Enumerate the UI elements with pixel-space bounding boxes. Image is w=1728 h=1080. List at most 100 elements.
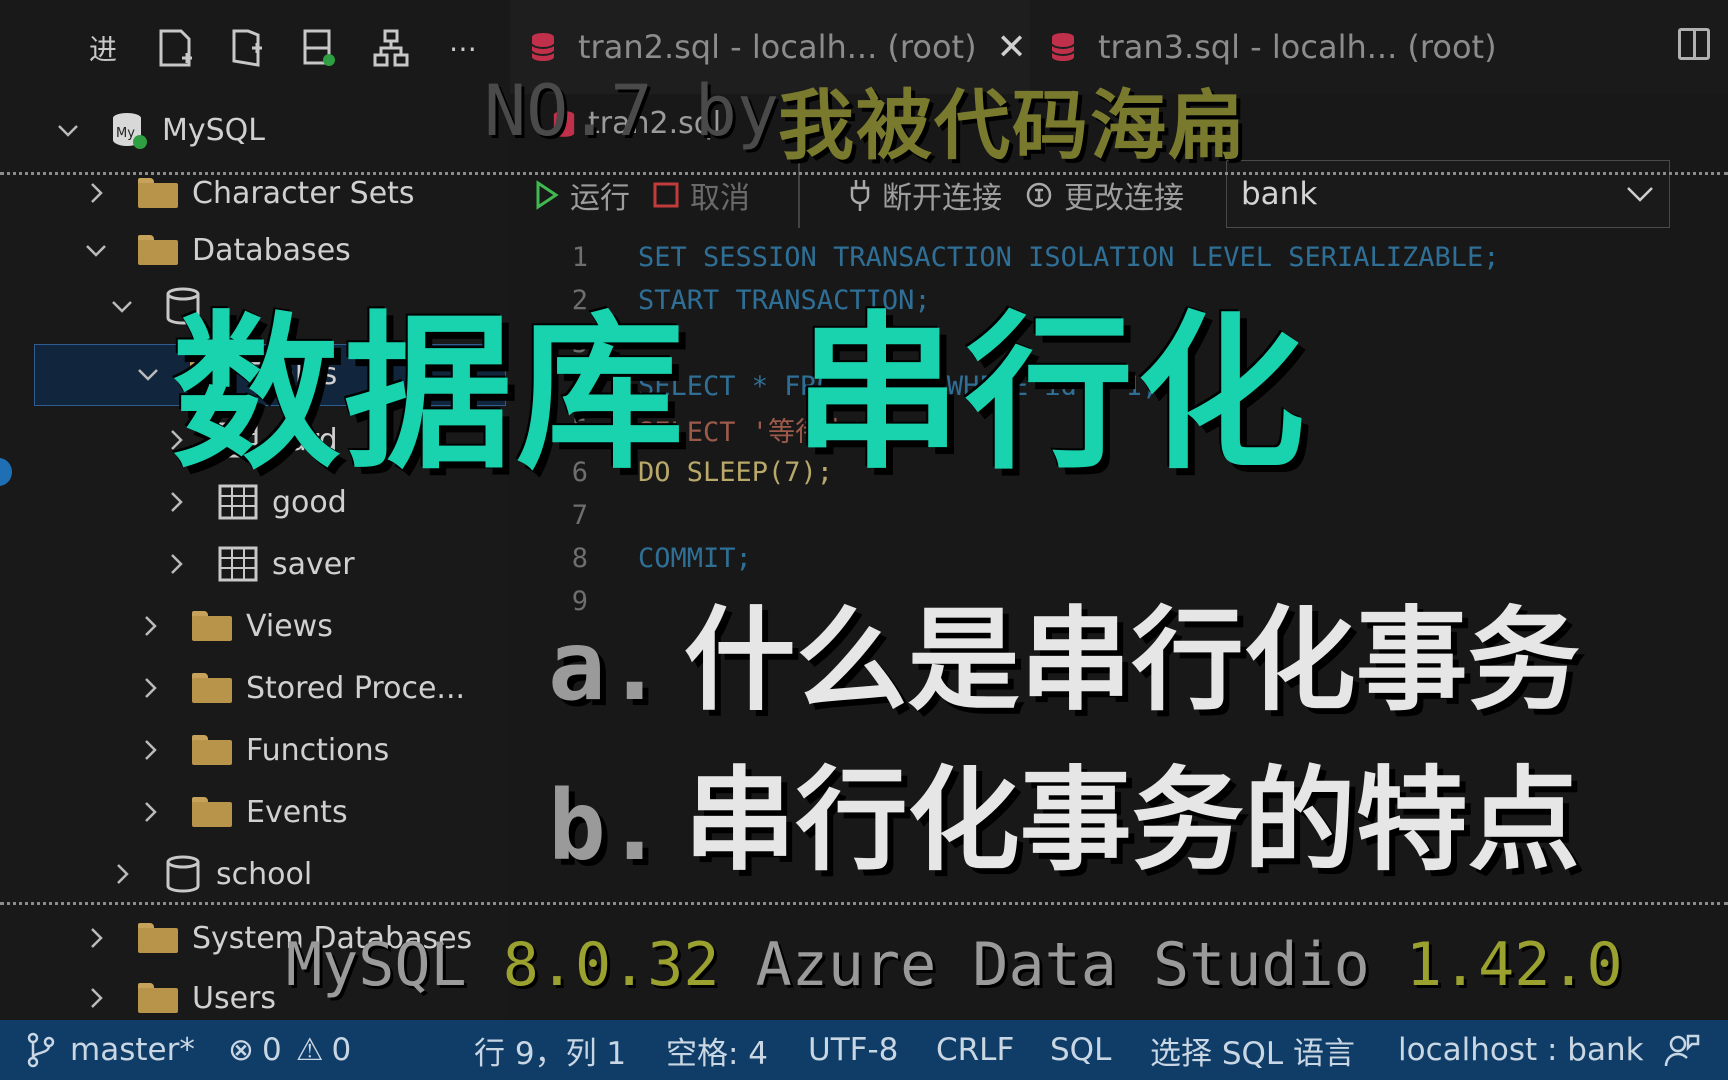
version-product: Azure Data Studio bbox=[755, 930, 1370, 1000]
change-connection-button[interactable]: 更改连接 bbox=[1024, 173, 1184, 217]
connection-status[interactable]: localhost : bank bbox=[1398, 1020, 1644, 1080]
chevron-right-icon[interactable] bbox=[84, 181, 108, 205]
chevron-down-icon[interactable] bbox=[136, 362, 160, 386]
outline-marker: a. bbox=[548, 610, 664, 722]
folder-icon bbox=[192, 611, 232, 641]
close-icon[interactable]: ✕ bbox=[997, 27, 1027, 68]
git-branch[interactable]: master* bbox=[26, 1020, 195, 1080]
outline-text: 串行化事务的特点 bbox=[683, 756, 1580, 886]
more-icon[interactable]: ⋯ bbox=[444, 28, 482, 68]
stop-icon bbox=[653, 182, 679, 208]
tree-item-events[interactable]: Events bbox=[138, 784, 348, 840]
outline-item-a: a. 什么是串行化事务 bbox=[548, 570, 1580, 732]
run-label: 运行 bbox=[570, 181, 630, 216]
git-branch-icon bbox=[27, 1032, 55, 1068]
sql-file-icon bbox=[531, 33, 555, 61]
encoding[interactable]: UTF-8 bbox=[808, 1020, 898, 1080]
tree-item-mysql[interactable]: My MySQL bbox=[56, 102, 265, 158]
scroll-indicator bbox=[0, 458, 12, 486]
folder-icon bbox=[192, 735, 232, 765]
tree-label: Users bbox=[192, 980, 277, 1016]
episode-label: NO.7 by bbox=[484, 70, 780, 152]
chevron-right-icon[interactable] bbox=[138, 800, 162, 824]
server-icon[interactable] bbox=[300, 28, 338, 68]
tree-label: Events bbox=[246, 794, 348, 830]
group-icon[interactable] bbox=[372, 28, 410, 68]
chevron-right-icon[interactable] bbox=[164, 552, 188, 576]
disconnect-label: 断开连接 bbox=[882, 181, 1002, 216]
tree-label: Stored Proce... bbox=[246, 670, 466, 706]
warning-icon: ⚠ bbox=[295, 1032, 324, 1068]
version-number: 8.0.32 bbox=[502, 930, 720, 1000]
line-ending[interactable]: CRLF bbox=[936, 1020, 1014, 1080]
chevron-down-icon bbox=[1627, 187, 1653, 202]
change-connection-label: 更改连接 bbox=[1064, 181, 1184, 216]
tree-label: MySQL bbox=[162, 112, 266, 148]
table-icon bbox=[218, 546, 258, 582]
sql-file-icon bbox=[1051, 33, 1075, 61]
author-label: 我被代码海扁 bbox=[778, 81, 1246, 170]
split-editor-icon[interactable] bbox=[1678, 28, 1710, 60]
new-notebook-icon[interactable] bbox=[228, 28, 266, 68]
error-count: 0 bbox=[261, 1032, 282, 1068]
connect-glyph: 进 bbox=[88, 33, 117, 66]
cancel-button[interactable]: 取消 bbox=[652, 173, 750, 217]
status-bar: master* ⊗ 0 ⚠ 0 行 9，列 1 空格: 4 UTF-8 CRLF… bbox=[0, 1020, 1728, 1080]
folder-icon bbox=[138, 923, 178, 953]
chevron-down-icon[interactable] bbox=[110, 294, 134, 318]
indentation[interactable]: 空格: 4 bbox=[666, 1020, 768, 1080]
tree-item-functions[interactable]: Functions bbox=[138, 722, 389, 778]
line-number: 7 bbox=[571, 500, 588, 531]
chevron-right-icon[interactable] bbox=[138, 676, 162, 700]
chevron-right-icon[interactable] bbox=[138, 614, 162, 638]
outline-item-b: b. 串行化事务的特点 bbox=[548, 730, 1580, 892]
tree-label: Views bbox=[246, 608, 333, 644]
video-title: 数据库 串行化 bbox=[172, 296, 1310, 492]
chevron-right-icon[interactable] bbox=[84, 986, 108, 1010]
database-icon bbox=[166, 855, 200, 893]
play-icon bbox=[536, 180, 559, 210]
person-feedback-icon bbox=[1664, 1034, 1700, 1067]
branch-label: master* bbox=[70, 1032, 195, 1068]
database-select[interactable]: bank bbox=[1226, 160, 1670, 228]
folder-icon bbox=[138, 983, 178, 1013]
disconnect-button[interactable]: 断开连接 bbox=[848, 173, 1002, 217]
connect-icon[interactable]: 进 bbox=[84, 28, 122, 68]
version-number: 1.42.0 bbox=[1405, 930, 1623, 1000]
select-sql-language[interactable]: 选择 SQL 语言 bbox=[1150, 1020, 1355, 1080]
svg-text:My: My bbox=[116, 126, 135, 141]
run-button[interactable]: 运行 bbox=[534, 173, 630, 217]
language-mode[interactable]: SQL bbox=[1050, 1020, 1111, 1080]
tree-item-saver[interactable]: saver bbox=[164, 536, 355, 592]
chevron-right-icon[interactable] bbox=[110, 862, 134, 886]
tab-label: tran3.sql - localh... (root) bbox=[1098, 28, 1497, 66]
tree-item-stored-procedures[interactable]: Stored Proce... bbox=[138, 660, 465, 716]
folder-icon bbox=[192, 673, 232, 703]
tree-item-views[interactable]: Views bbox=[138, 598, 333, 654]
explorer-toolbar: 进 ⋯ bbox=[84, 22, 482, 74]
tree-label: Character Sets bbox=[192, 175, 415, 211]
folder-icon bbox=[192, 797, 232, 827]
new-query-icon[interactable] bbox=[156, 28, 194, 68]
tree-item-school[interactable]: school bbox=[110, 846, 312, 902]
version-banner: MySQL 8.0.32 Azure Data Studio 1.42.0 bbox=[286, 930, 1623, 1000]
tree-label: saver bbox=[272, 546, 355, 582]
feedback-icon[interactable] bbox=[1664, 1020, 1700, 1080]
change-connection-icon bbox=[1026, 182, 1052, 208]
chevron-right-icon[interactable] bbox=[138, 738, 162, 762]
chevron-down-icon[interactable] bbox=[84, 238, 108, 262]
chevron-right-icon[interactable] bbox=[84, 926, 108, 950]
outline-text: 什么是串行化事务 bbox=[683, 596, 1580, 726]
tree-item-users[interactable]: Users bbox=[84, 970, 276, 1026]
warning-count: 0 bbox=[331, 1032, 352, 1068]
version-product: MySQL bbox=[286, 930, 467, 1000]
folder-icon bbox=[138, 178, 178, 208]
database-select-value: bank bbox=[1241, 176, 1318, 212]
cursor-position[interactable]: 行 9，列 1 bbox=[474, 1020, 626, 1080]
problems-indicator[interactable]: ⊗ 0 ⚠ 0 bbox=[228, 1020, 351, 1080]
mysql-server-icon: My bbox=[113, 113, 147, 149]
dotted-divider bbox=[0, 902, 1728, 905]
object-explorer: 进 ⋯ My MySQL Character Sets Databases Ta… bbox=[0, 0, 510, 1020]
chevron-down-icon[interactable] bbox=[56, 118, 80, 142]
tree-label: school bbox=[216, 856, 313, 892]
